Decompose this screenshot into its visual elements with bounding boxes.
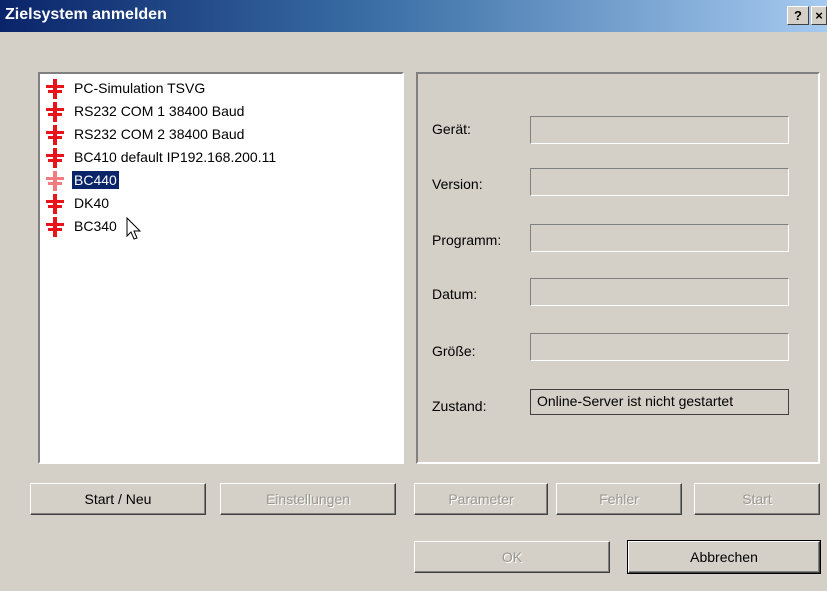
red-device-icon xyxy=(44,102,66,122)
state-field: Online-Server ist nicht gestartet xyxy=(530,389,789,415)
red-device-icon xyxy=(44,171,66,191)
red-device-icon xyxy=(44,79,66,99)
start-new-button[interactable]: Start / Neu xyxy=(30,483,206,515)
device-label: Gerät: xyxy=(432,121,471,137)
size-field xyxy=(530,333,789,361)
list-item-label: RS232 COM 2 38400 Baud xyxy=(74,126,245,142)
red-device-icon xyxy=(44,217,66,237)
program-label: Programm: xyxy=(432,232,502,248)
ok-button[interactable]: OK xyxy=(414,541,610,573)
program-field xyxy=(530,224,789,252)
cancel-button[interactable]: Abbrechen xyxy=(627,540,821,574)
title-bar[interactable]: Zielsystem anmelden ? × xyxy=(0,0,827,32)
red-device-icon xyxy=(44,148,66,168)
window-title: Zielsystem anmelden xyxy=(5,6,167,23)
version-label: Version: xyxy=(432,176,483,192)
help-button[interactable]: ? xyxy=(787,6,809,25)
list-item-label: BC440 xyxy=(72,171,119,189)
list-item-label: DK40 xyxy=(74,195,110,211)
mouse-pointer-icon xyxy=(126,217,142,240)
target-system-list[interactable]: PC-Simulation TSVG RS232 COM 1 38400 Bau… xyxy=(38,72,404,464)
date-label: Datum: xyxy=(432,286,478,302)
device-field xyxy=(530,116,789,144)
start-button[interactable]: Start xyxy=(694,483,820,515)
list-item-label: BC340 xyxy=(74,218,117,234)
red-device-icon xyxy=(44,194,66,214)
close-button[interactable]: × xyxy=(811,6,827,25)
red-device-icon xyxy=(44,125,66,145)
settings-button[interactable]: Einstellungen xyxy=(220,483,396,515)
list-item-label: BC410 default IP192.168.200.11 xyxy=(74,149,277,165)
list-item-label: RS232 COM 1 38400 Baud xyxy=(74,103,245,119)
parameter-button[interactable]: Parameter xyxy=(414,483,548,515)
date-field xyxy=(530,278,789,306)
version-field xyxy=(530,168,789,196)
state-label: Zustand: xyxy=(432,398,487,414)
size-label: Größe: xyxy=(432,343,476,359)
error-button[interactable]: Fehler xyxy=(556,483,682,515)
list-item-label: PC-Simulation TSVG xyxy=(74,80,206,96)
